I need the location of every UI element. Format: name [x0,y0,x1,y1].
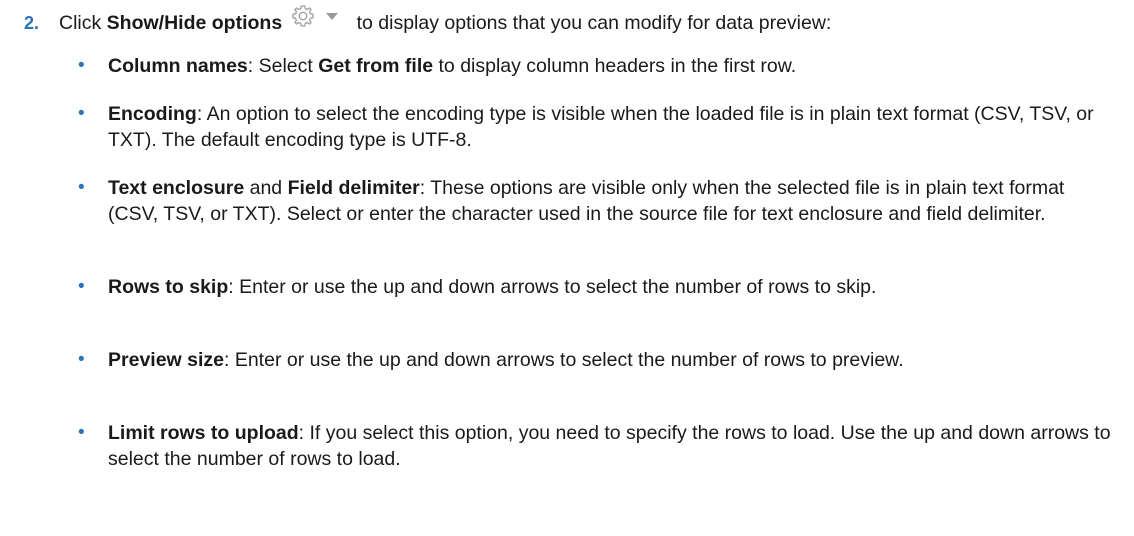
term: Limit rows to upload [108,422,299,444]
step-number: 2. [24,12,40,33]
show-hide-options-label: Show/Hide options [106,11,283,34]
list-item-body: Limit rows to upload: If you select this… [108,420,1118,472]
step-text-before: Click [59,11,107,34]
list-item-body: Text enclosure and Field delimiter: Thes… [108,175,1118,227]
bullet-icon: • [78,103,85,124]
desc-part: to display column headers in the first r… [433,55,797,77]
description: : Enter or use the up and down arrows to… [228,276,877,298]
term: Encoding [108,103,197,125]
bullet-icon: • [78,349,85,370]
step-text-after: to display options that you can modify f… [351,11,832,34]
list-item-body: Encoding: An option to select the encodi… [108,101,1118,153]
desc-part: : Select [247,55,319,77]
bullet-icon: • [78,55,85,76]
term: Rows to skip [108,276,229,298]
list-item-body: Column names: Select Get from file to di… [108,53,1118,79]
term: Text enclosure [108,177,245,199]
gear-dropdown-icon [290,3,342,29]
list-item-body: Preview size: Enter or use the up and do… [108,347,1118,373]
term-inline: Get from file [318,55,434,77]
list-item-body: Rows to skip: Enter or use the up and do… [108,274,1118,300]
description: : An option to select the encoding type … [108,103,1094,151]
description: : Enter or use the up and down arrows to… [224,349,904,371]
gear-icon [292,5,314,27]
bullet-icon: • [78,177,85,198]
document: 2. Click Show/Hide options to display op… [0,0,1134,536]
bullet-icon: • [78,422,85,443]
term-2: Field delimiter [287,177,420,199]
desc-joiner: and [244,177,288,199]
term: Preview size [108,349,224,371]
term: Column names [108,55,248,77]
step-text: Click Show/Hide options to display optio… [59,5,832,36]
dropdown-arrow-icon [326,13,339,20]
bullet-icon: • [78,276,85,297]
